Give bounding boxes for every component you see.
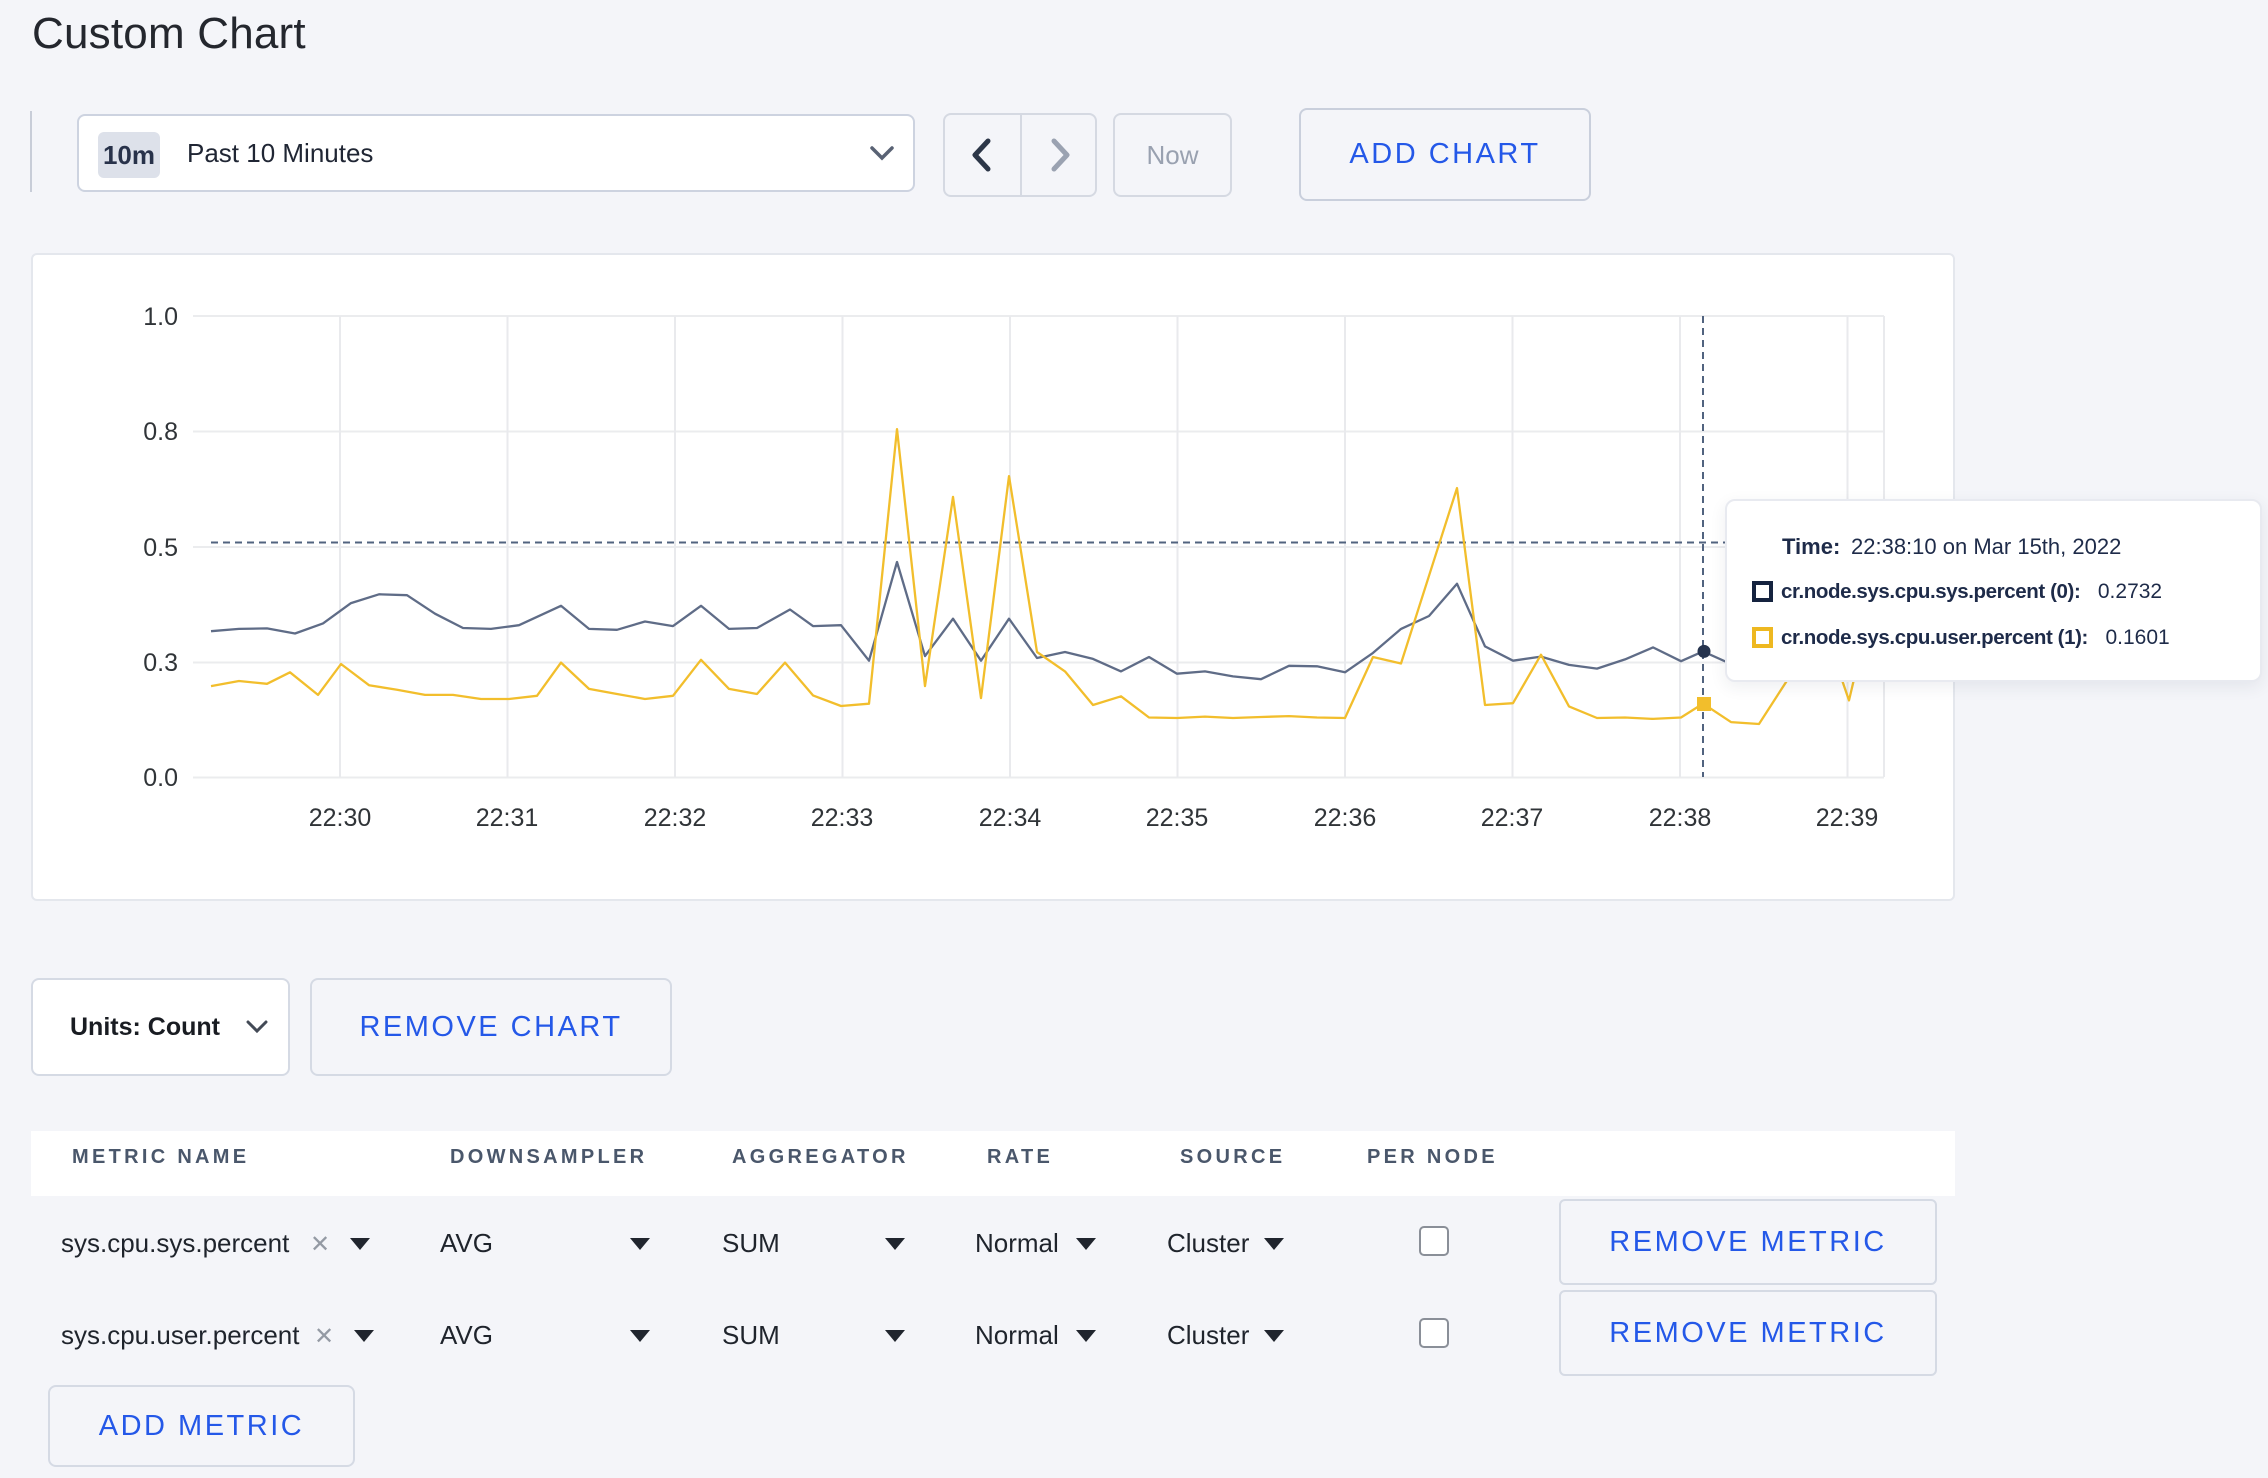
svg-text:22:30: 22:30	[309, 804, 372, 832]
svg-text:0.8: 0.8	[143, 418, 178, 446]
svg-text:22:36: 22:36	[1314, 804, 1377, 832]
svg-text:0.0: 0.0	[143, 764, 178, 792]
svg-text:1.0: 1.0	[143, 303, 178, 331]
svg-text:22:39: 22:39	[1816, 804, 1879, 832]
svg-text:22:32: 22:32	[644, 804, 707, 832]
svg-text:22:31: 22:31	[476, 804, 539, 832]
svg-text:22:38: 22:38	[1649, 804, 1712, 832]
svg-text:0.3: 0.3	[143, 649, 178, 677]
svg-text:22:37: 22:37	[1481, 804, 1544, 832]
svg-text:22:34: 22:34	[979, 804, 1042, 832]
svg-text:22:35: 22:35	[1146, 804, 1209, 832]
svg-text:0.5: 0.5	[143, 534, 178, 562]
svg-text:22:33: 22:33	[811, 804, 874, 832]
